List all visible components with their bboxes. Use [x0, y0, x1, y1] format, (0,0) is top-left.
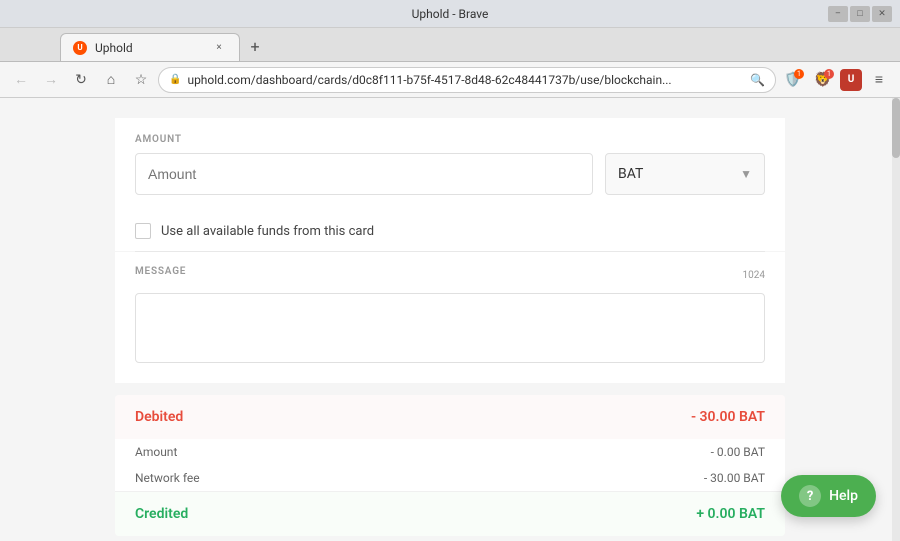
back-button[interactable]: ← [8, 67, 34, 93]
chevron-down-icon: ▼ [740, 167, 752, 181]
tab-close-button[interactable]: × [211, 40, 227, 56]
nav-right: 🛡️ 1 🦁 1 U ≡ [780, 67, 892, 93]
amount-section: AMOUNT BAT ▼ [115, 118, 785, 211]
reload-button[interactable]: ↻ [68, 67, 94, 93]
amount-label: AMOUNT [135, 134, 765, 145]
tab-label: Uphold [95, 41, 133, 55]
amount-detail-row: Amount - 0.00 BAT [115, 439, 785, 465]
network-fee-label: Network fee [135, 471, 200, 485]
brave-rewards-button[interactable]: 🦁 1 [810, 67, 836, 93]
new-tab-button[interactable]: + [244, 35, 266, 57]
rewards-badge: 1 [824, 69, 834, 79]
menu-button[interactable]: ≡ [866, 67, 892, 93]
amount-detail-value: - 0.00 BAT [711, 445, 765, 459]
lock-icon: 🔒 [169, 74, 181, 85]
message-textarea[interactable] [135, 293, 765, 363]
currency-value: BAT [618, 166, 643, 182]
scrollbar-track[interactable] [892, 98, 900, 541]
search-icon: 🔍 [750, 73, 765, 87]
tabs-bar: U Uphold × + [0, 28, 900, 62]
nav-bar: ← → ↻ ⌂ ☆ 🔒 uphold.com/dashboard/cards/d… [0, 62, 900, 98]
brave-shields-button[interactable]: 🛡️ 1 [780, 67, 806, 93]
shields-badge: 1 [794, 69, 804, 79]
forward-button[interactable]: → [38, 67, 64, 93]
credited-value: + 0.00 BAT [696, 506, 765, 522]
tab-favicon: U [73, 41, 87, 55]
amount-detail-label: Amount [135, 445, 177, 459]
active-tab[interactable]: U Uphold × [60, 33, 240, 61]
home-button[interactable]: ⌂ [98, 67, 124, 93]
scrollbar-thumb[interactable] [892, 98, 900, 158]
message-section: MESSAGE 1024 [115, 252, 785, 383]
help-button[interactable]: ? Help [781, 475, 876, 517]
debited-label: Debited [135, 409, 183, 425]
message-label: MESSAGE [135, 266, 186, 277]
amount-input[interactable] [135, 153, 593, 195]
window-close[interactable]: ✕ [872, 6, 892, 22]
amount-row: BAT ▼ [135, 153, 765, 195]
address-text: uphold.com/dashboard/cards/d0c8f111-b75f… [187, 73, 671, 87]
window-title: Uphold - Brave [412, 7, 489, 21]
extension-button[interactable]: U [840, 69, 862, 91]
bookmark-button[interactable]: ☆ [128, 67, 154, 93]
window-minimize[interactable]: – [828, 6, 848, 22]
network-fee-row: Network fee - 30.00 BAT [115, 465, 785, 491]
char-count: 1024 [743, 270, 765, 281]
credited-row: Credited + 0.00 BAT [115, 492, 785, 536]
debited-row: Debited - 30.00 BAT [115, 395, 785, 439]
address-bar[interactable]: 🔒 uphold.com/dashboard/cards/d0c8f111-b7… [158, 67, 776, 93]
debited-value: - 30.00 BAT [691, 409, 765, 425]
checkbox-row: Use all available funds from this card [115, 211, 785, 251]
help-icon: ? [799, 485, 821, 507]
page-content: AMOUNT BAT ▼ Use all available funds fro… [0, 98, 900, 541]
window-titlebar: Uphold - Brave – □ ✕ [0, 0, 900, 28]
credited-label: Credited [135, 506, 188, 522]
summary-section: Debited - 30.00 BAT Amount - 0.00 BAT Ne… [115, 395, 785, 536]
network-fee-value: - 30.00 BAT [704, 471, 765, 485]
use-all-funds-label[interactable]: Use all available funds from this card [161, 224, 374, 239]
help-label: Help [829, 488, 858, 504]
confirm-section: CONFIRM [115, 536, 785, 541]
window-controls[interactable]: – □ ✕ [828, 6, 892, 22]
currency-select[interactable]: BAT ▼ [605, 153, 765, 195]
message-header: MESSAGE 1024 [135, 266, 765, 285]
use-all-funds-checkbox[interactable] [135, 223, 151, 239]
window-maximize[interactable]: □ [850, 6, 870, 22]
